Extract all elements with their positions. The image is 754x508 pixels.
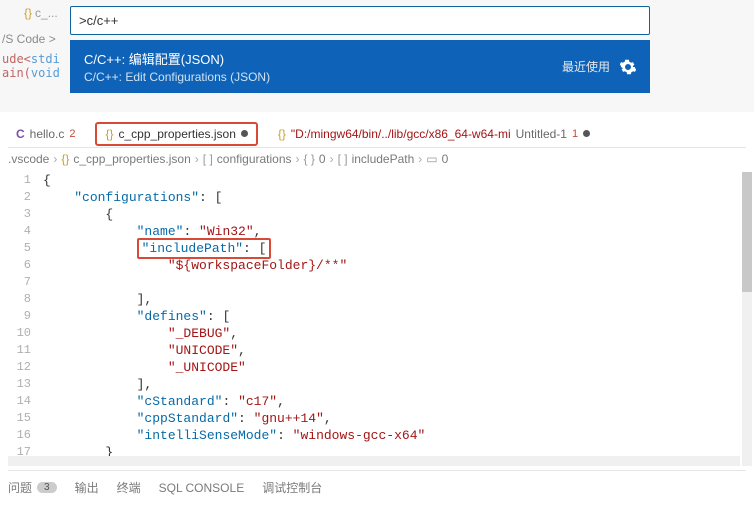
line-number: 14 (8, 393, 43, 410)
chevron-right-icon: › (330, 152, 334, 166)
line-number: 4 (8, 223, 43, 240)
line-number: 15 (8, 410, 43, 427)
panel-label: 调试控制台 (262, 479, 322, 496)
tab-hello-c[interactable]: C hello.c 2 (8, 123, 83, 145)
vertical-scrollbar[interactable] (742, 172, 752, 466)
breadcrumb-seg[interactable]: configurations (217, 152, 292, 166)
command-result-subtitle: C/C++: Edit Configurations (JSON) (84, 70, 562, 84)
command-input-wrapper (70, 6, 650, 35)
panel-label: 问题 (8, 479, 32, 496)
chevron-right-icon: › (195, 152, 199, 166)
breadcrumb-seg[interactable]: c_cpp_properties.json (73, 152, 190, 166)
background-breadcrumb: /S Code > (2, 32, 56, 46)
panel-output[interactable]: 输出 (75, 479, 99, 496)
command-input[interactable] (79, 13, 641, 28)
panel-label: 终端 (117, 479, 141, 496)
line-number: 11 (8, 342, 43, 359)
tab-badge: 2 (69, 128, 75, 140)
panel-debugconsole[interactable]: 调试控制台 (262, 479, 322, 496)
tab-suffix: Untitled-1 (516, 127, 567, 141)
chevron-right-icon: › (296, 152, 300, 166)
dirty-indicator-icon (241, 130, 248, 137)
scrollbar-thumb[interactable] (742, 172, 752, 292)
line-number: 6 (8, 257, 43, 274)
panel-label: SQL CONSOLE (159, 481, 245, 495)
tab-label: c_cpp_properties.json (119, 127, 236, 141)
string-icon: ▭ (426, 152, 437, 166)
panel-tabs: 问题 3 输出 终端 SQL CONSOLE 调试控制台 (8, 470, 746, 498)
tab-label: hello.c (30, 127, 65, 141)
horizontal-scrollbar[interactable] (8, 456, 740, 466)
dirty-indicator-icon (583, 130, 590, 137)
line-number: 5 (8, 240, 43, 257)
gear-icon[interactable] (620, 59, 636, 75)
line-number: 16 (8, 427, 43, 444)
background-code: ude<stdi ain(void (2, 52, 60, 80)
json-icon: {} (24, 6, 32, 20)
panel-label: 输出 (75, 479, 99, 496)
panel-problems[interactable]: 问题 3 (8, 479, 57, 496)
array-icon: [ ] (338, 152, 348, 166)
object-icon: { } (304, 152, 315, 166)
command-result-right: 最近使用 (562, 58, 636, 75)
breadcrumb-seg[interactable]: 0 (442, 152, 449, 166)
highlight-box: "includePath": [ (137, 238, 272, 259)
command-palette-result[interactable]: C/C++: 编辑配置(JSON) C/C++: Edit Configurat… (70, 40, 650, 93)
line-number: 1 (8, 172, 43, 189)
command-result-title: C/C++: 编辑配置(JSON) (84, 49, 562, 68)
line-number: 13 (8, 376, 43, 393)
background-tab-label: c_... (35, 6, 58, 20)
recent-use-label: 最近使用 (562, 58, 610, 75)
command-result-text: C/C++: 编辑配置(JSON) C/C++: Edit Configurat… (84, 49, 562, 84)
panel-sqlconsole[interactable]: SQL CONSOLE (159, 481, 245, 495)
c-file-icon: C (16, 127, 25, 141)
chevron-right-icon: › (53, 152, 57, 166)
breadcrumb[interactable]: .vscode › {} c_cpp_properties.json › [ ]… (8, 152, 448, 166)
code-editor[interactable]: 1{ 2 "configurations": [ 3 { 4 "name": "… (8, 172, 746, 466)
json-icon: {} (105, 127, 113, 141)
line-number: 2 (8, 189, 43, 206)
tab-untitled[interactable]: {} "D:/mingw64/bin/../lib/gcc/x86_64-w64… (270, 123, 598, 145)
tab-ccpp-properties[interactable]: {} c_cpp_properties.json (95, 122, 257, 146)
json-icon: {} (278, 127, 286, 141)
line-number: 12 (8, 359, 43, 376)
chevron-right-icon: › (418, 152, 422, 166)
array-icon: [ ] (203, 152, 213, 166)
problems-count-badge: 3 (37, 482, 57, 493)
tab-badge: 1 (572, 128, 578, 140)
panel-terminal[interactable]: 终端 (117, 479, 141, 496)
tab-label: "D:/mingw64/bin/../lib/gcc/x86_64-w64-mi (291, 127, 511, 141)
tab-bar: C hello.c 2 {} c_cpp_properties.json {} … (8, 120, 746, 148)
line-number: 9 (8, 308, 43, 325)
json-icon: {} (61, 152, 69, 166)
line-number: 3 (8, 206, 43, 223)
line-number: 8 (8, 291, 43, 308)
line-number: 7 (8, 274, 43, 291)
breadcrumb-seg[interactable]: includePath (352, 152, 415, 166)
background-tab: {} c_... (24, 6, 58, 20)
command-palette: C/C++: 编辑配置(JSON) C/C++: Edit Configurat… (70, 6, 650, 93)
line-number: 10 (8, 325, 43, 342)
breadcrumb-seg[interactable]: 0 (319, 152, 326, 166)
breadcrumb-seg[interactable]: .vscode (8, 152, 49, 166)
